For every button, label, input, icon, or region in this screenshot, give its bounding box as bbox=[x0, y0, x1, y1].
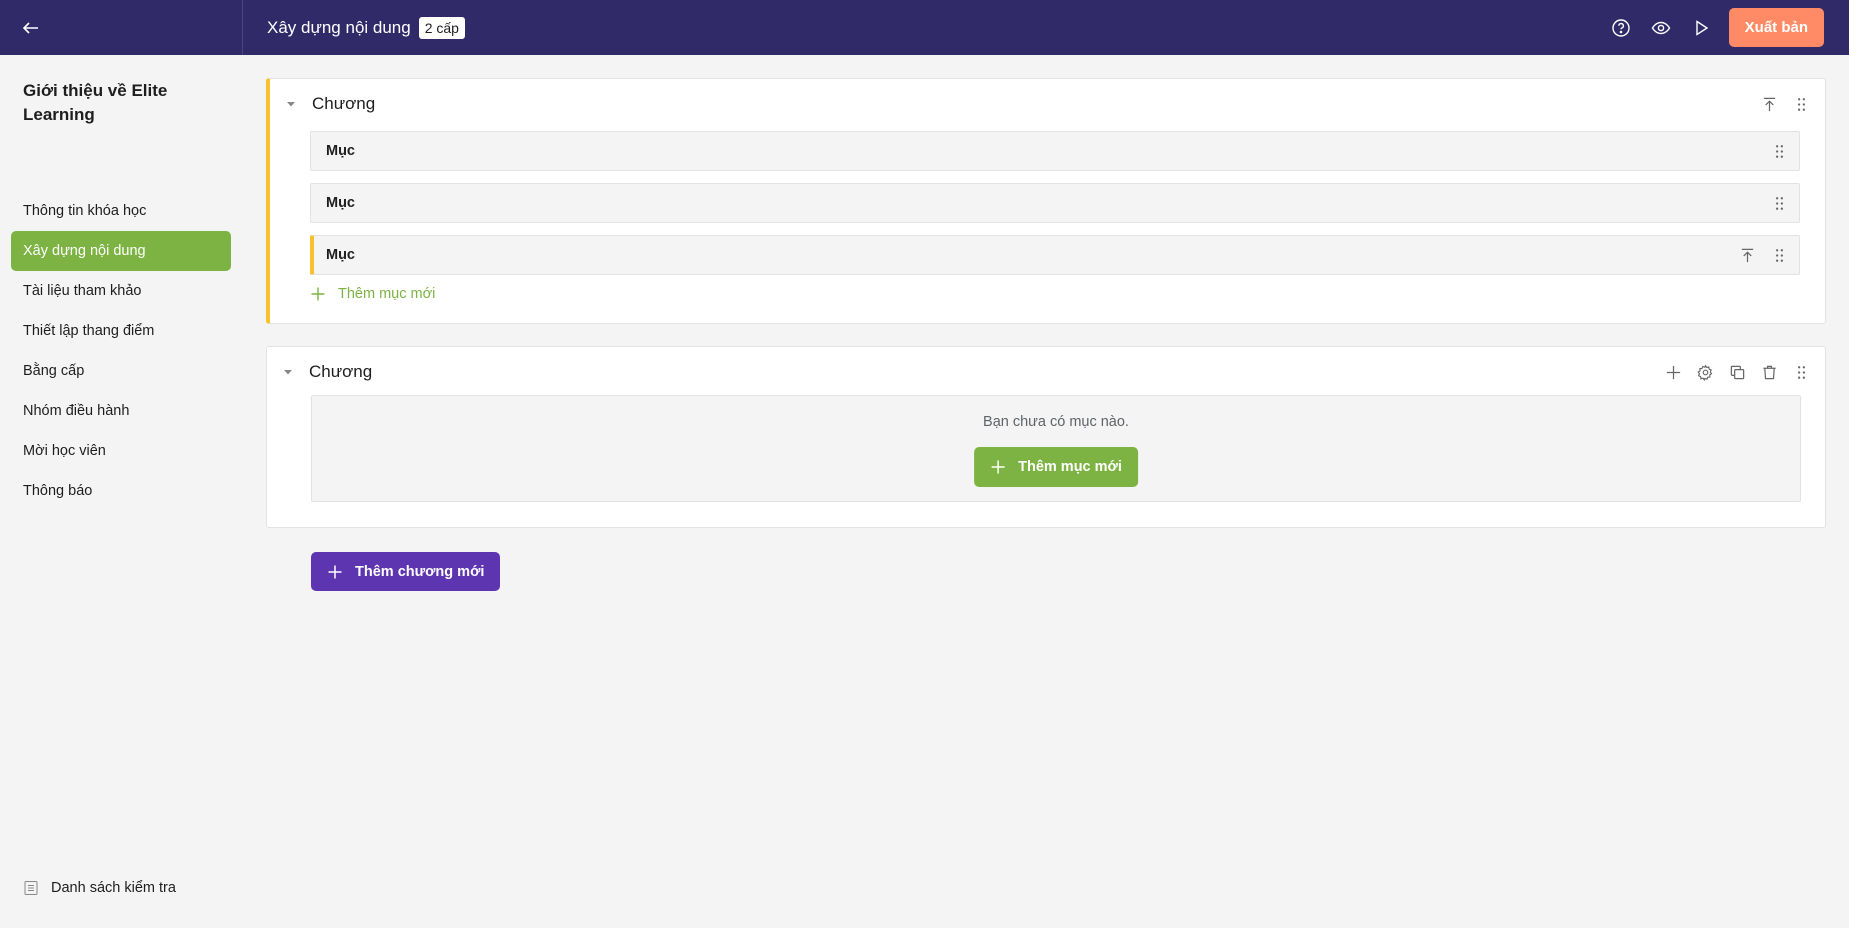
plus-icon bbox=[328, 565, 342, 578]
sidebar-item-notifications[interactable]: Thông báo bbox=[11, 471, 231, 511]
drag-handle[interactable] bbox=[1763, 187, 1795, 219]
sidebar-item-references[interactable]: Tài liệu tham khảo bbox=[11, 271, 231, 311]
drag-handle[interactable] bbox=[1785, 88, 1817, 120]
grip-icon bbox=[1775, 248, 1783, 262]
chapter-title[interactable]: Chương bbox=[309, 362, 372, 382]
sidebar-item-certificates[interactable]: Bằng cấp bbox=[11, 351, 231, 391]
add-chapter-label: Thêm chương mới bbox=[355, 563, 485, 580]
plus-icon bbox=[311, 287, 325, 301]
play-icon bbox=[1695, 19, 1708, 36]
list-item[interactable]: Mục bbox=[310, 183, 1800, 223]
arrow-up-to-line-icon bbox=[1741, 248, 1753, 262]
eye-icon bbox=[1651, 21, 1670, 34]
delete-button[interactable] bbox=[1753, 356, 1785, 388]
top-bar: Xây dựng nội dung 2 cấp Xuất bản bbox=[0, 0, 1849, 55]
add-item-label: Thêm mục mới bbox=[338, 286, 436, 302]
back-button[interactable] bbox=[0, 0, 243, 55]
duplicate-button[interactable] bbox=[1721, 356, 1753, 388]
checklist-label: Danh sách kiểm tra bbox=[51, 880, 176, 896]
sidebar-item-course-info[interactable]: Thông tin khóa học bbox=[11, 191, 231, 231]
add-item-link[interactable]: Thêm mục mới bbox=[310, 286, 435, 302]
chapter-card: Chương Mục Mục Mục Thêm mục mới bbox=[266, 78, 1826, 324]
page-title: Xây dựng nội dung bbox=[267, 17, 411, 37]
grip-icon bbox=[1775, 196, 1783, 210]
move-to-top-button[interactable] bbox=[1731, 239, 1763, 271]
chapter-title[interactable]: Chương bbox=[312, 94, 375, 114]
sidebar-item-management-team[interactable]: Nhóm điều hành bbox=[11, 391, 231, 431]
item-label: Mục bbox=[326, 143, 355, 159]
preview-button[interactable] bbox=[1641, 8, 1681, 48]
chapter-card: Chương Bạn chưa có mục nào. Thêm mục mới bbox=[266, 346, 1826, 528]
drag-handle[interactable] bbox=[1763, 239, 1795, 271]
grip-icon bbox=[1797, 97, 1805, 111]
chapter-header: Chương bbox=[267, 347, 1825, 397]
help-icon bbox=[1611, 18, 1630, 37]
collapse-toggle[interactable] bbox=[276, 98, 306, 110]
grip-icon bbox=[1775, 144, 1783, 158]
checklist-icon bbox=[24, 881, 38, 895]
caret-down-icon bbox=[284, 370, 292, 375]
sidebar-nav: Thông tin khóa học Xây dựng nội dung Tài… bbox=[11, 191, 231, 511]
play-button[interactable] bbox=[1681, 8, 1721, 48]
empty-state: Bạn chưa có mục nào. Thêm mục mới bbox=[311, 395, 1801, 502]
add-item-button[interactable]: Thêm mục mới bbox=[974, 447, 1138, 487]
collapse-toggle[interactable] bbox=[273, 366, 303, 378]
sidebar-item-invite-students[interactable]: Mời học viên bbox=[11, 431, 231, 471]
grip-icon bbox=[1797, 365, 1805, 379]
publish-button[interactable]: Xuất bản bbox=[1728, 8, 1824, 47]
item-label: Mục bbox=[326, 195, 355, 211]
chapter-header: Chương bbox=[270, 79, 1825, 129]
caret-down-icon bbox=[287, 102, 295, 107]
item-list: Mục Mục Mục bbox=[310, 131, 1800, 287]
drag-handle[interactable] bbox=[1785, 356, 1817, 388]
list-item[interactable]: Mục bbox=[310, 131, 1800, 171]
checklist-link[interactable]: Danh sách kiểm tra bbox=[23, 880, 176, 896]
help-button[interactable] bbox=[1601, 8, 1641, 48]
arrow-up-to-line-icon bbox=[1763, 97, 1775, 111]
add-chapter-button[interactable]: Thêm chương mới bbox=[311, 552, 501, 591]
sidebar: Giới thiệu về Elite Learning Thông tin k… bbox=[0, 55, 243, 928]
gear-icon bbox=[1696, 364, 1712, 381]
settings-button[interactable] bbox=[1689, 356, 1721, 388]
plus-icon bbox=[1666, 365, 1680, 379]
arrow-left-icon bbox=[22, 21, 38, 34]
move-to-top-button[interactable] bbox=[1753, 88, 1785, 120]
sidebar-item-content-builder[interactable]: Xây dựng nội dung bbox=[11, 231, 231, 271]
empty-message: Bạn chưa có mục nào. bbox=[983, 414, 1129, 430]
list-item[interactable]: Mục bbox=[310, 235, 1800, 275]
plus-icon bbox=[991, 460, 1005, 474]
level-badge: 2 cấp bbox=[418, 16, 465, 39]
course-title: Giới thiệu về Elite Learning bbox=[23, 81, 168, 124]
add-button[interactable] bbox=[1657, 356, 1689, 388]
item-label: Mục bbox=[326, 247, 355, 263]
sidebar-item-grading-scale[interactable]: Thiết lập thang điểm bbox=[11, 311, 231, 351]
trash-icon bbox=[1762, 365, 1776, 379]
add-item-button-label: Thêm mục mới bbox=[1018, 459, 1122, 475]
drag-handle[interactable] bbox=[1763, 135, 1795, 167]
copy-icon bbox=[1730, 365, 1744, 379]
